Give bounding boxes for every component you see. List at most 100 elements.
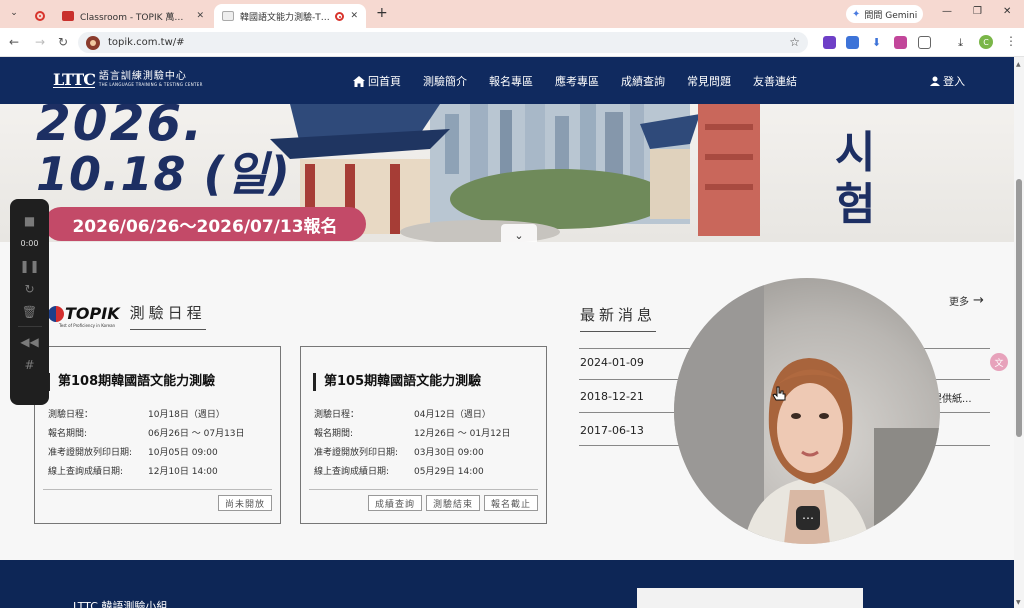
row-key: 測驗日程： [48,410,94,420]
hero-banner[interactable]: 2026. 10.18 (일) 2026/06/26～2026/07/13報名 … [0,104,1014,242]
restore-button[interactable]: ❐ [973,6,982,17]
site-footer: LTTC 韓語測驗小組 [0,560,1014,608]
footer-banner-image[interactable] [637,588,863,608]
news-title: 最新消息 [580,304,657,332]
close-window-button[interactable]: ✕ [1003,6,1011,17]
scroll-up-icon[interactable]: ▲ [1016,61,1021,68]
stop-icon[interactable]: ■ [24,209,35,232]
score-query-button[interactable]: 成績查詢 [367,495,422,511]
recording-icon [35,11,45,21]
tab-classroom[interactable]: Classroom - TOPIK 萬事屋 | Sc ✕ [54,4,212,28]
rewind-icon[interactable]: ◀◀ [20,330,38,353]
row-key: 准考證開放列印日期: [48,448,133,458]
close-tab-icon[interactable]: ✕ [350,11,358,21]
exam-info-row: 准考證開放列印日期: 03月30日 09:00 [314,442,511,461]
menu-intro[interactable]: 測驗簡介 [423,73,467,89]
presenter-video [674,278,940,544]
new-tab-button[interactable]: + [376,5,388,21]
page-scrollbar[interactable]: ▲ ▼ [1014,57,1024,608]
tab-title: 韓國語文能力測驗-TOPIK [240,12,331,23]
news-date: 2024-01-09 [580,356,644,369]
row-value: 04月12日（週日） [414,410,491,420]
downloads-icon[interactable]: ⤓ [954,36,967,49]
home-icon [353,75,365,87]
download-arrow-icon[interactable]: ⬇ [870,36,883,49]
menu-exam[interactable]: 應考專區 [555,73,599,89]
banner-korean-char: 험 [835,179,876,230]
menu-label: 回首頁 [368,75,401,88]
grid-icon[interactable]: # [24,353,34,376]
more-news-link[interactable]: 更多 → [949,293,984,308]
topik-favicon [222,11,234,21]
row-key: 報名期間: [314,429,354,439]
topik-logo-icon [48,305,64,322]
site-info-icon[interactable] [86,35,100,50]
screen-recorder-toolbar: ■ 0:00 ❚❚ ↻ 🗑 ◀◀ # [10,199,49,405]
schedule-header: TOPIK Test of Proficiency in Korean 測驗日程 [47,302,206,330]
recorder-divider [17,326,42,327]
row-key: 報名期間: [48,429,88,439]
card-divider [309,489,538,490]
arrow-right-icon: → [973,293,984,308]
logo-name: 語言訓練測驗中心 [98,71,187,82]
profile-avatar[interactable]: C [979,35,993,49]
exam-info-row: 報名期間: 06月26日 ～ 07月13日 [48,423,245,442]
row-value: 10月18日（週日） [148,410,225,420]
exam-card: 第108期韓國語文能力測驗 測驗日程： 10月18日（週日） 報名期間: 06月26… [34,346,281,524]
pause-icon[interactable]: ❚❚ [19,254,39,277]
topik-logo-sub: Test of Proficiency in Korean [59,323,116,328]
lttc-logo[interactable]: LTTC 語言訓練測驗中心 THE LANGUAGE TRAINING & TE… [53,71,203,88]
gemini-button[interactable]: ✦ 問問 Gemini [846,5,924,23]
row-value: 12月26日 ～ 01月12日 [414,429,511,439]
forward-button[interactable]: → [35,35,45,49]
footer-team-name: LTTC 韓語測驗小組 [73,600,168,608]
gemini-label: 問問 Gemini [864,10,918,21]
menu-home[interactable]: 回首頁 [353,73,401,89]
browser-toolbar: ← → ↻ topik.com.tw/# ☆ ⬇ ⤓ C ⋮ [0,28,1024,57]
restart-icon[interactable]: ↻ [24,277,34,300]
exam-ended-button[interactable]: 測驗結束 [425,495,480,511]
exam-info-row: 測驗日程： 10月18日（週日） [48,404,245,423]
exam-card-title: 第105期韓國語文能力測驗 [313,373,481,391]
extensions-puzzle-icon[interactable] [918,36,931,49]
minimize-button[interactable]: — [942,6,952,17]
translate-icon[interactable]: 文 [990,353,1008,371]
close-tab-icon[interactable]: ✕ [196,11,204,21]
row-key: 測驗日程： [314,410,360,420]
tab-topik[interactable]: 韓國語文能力測驗-TOPIK ✕ [214,4,366,28]
hand-cursor-icon [772,386,786,401]
webcam-bubble[interactable] [674,278,940,544]
extension-icon[interactable] [894,36,907,49]
row-key: 線上查詢成績日期: [314,467,390,477]
menu-links[interactable]: 友善連結 [753,73,797,89]
not-open-button[interactable]: 尚未開放 [217,495,272,511]
banner-registration-period: 2026/06/26～2026/07/13報名 [44,207,366,241]
menu-scores[interactable]: 成績查詢 [621,73,665,89]
webcam-more-options-button[interactable]: ⋯ [796,506,820,530]
logo-english: THE LANGUAGE TRAINING & TESTING CENTER [98,82,203,87]
scroll-down-icon[interactable]: ▼ [1016,599,1021,606]
address-bar[interactable]: topik.com.tw/# ☆ [78,32,808,53]
browser-tab-strip: ⌄ Classroom - TOPIK 萬事屋 | Sc ✕ 韓國語文能力測驗-… [0,0,1024,28]
extension-icon[interactable] [823,36,836,49]
menu-faq[interactable]: 常見問題 [687,73,731,89]
exam-card: 第105期韓國語文能力測驗 測驗日程： 04月12日（週日） 報名期間: 12月26… [300,346,547,524]
tab-search-button[interactable]: ⌄ [6,5,22,21]
browser-menu-icon[interactable]: ⋮ [1005,34,1017,48]
menu-registration[interactable]: 報名專區 [489,73,533,89]
extension-icon[interactable] [846,36,859,49]
banner-chevron-down-icon[interactable]: ⌄ [501,224,537,242]
back-button[interactable]: ← [9,35,19,49]
exam-info-row: 線上查詢成績日期: 05月29日 14:00 [314,461,511,480]
logo-mark: LTTC [53,69,96,89]
exam-card-title: 第108期韓國語文能力測驗 [47,373,215,391]
recording-tab[interactable] [28,4,52,28]
schedule-title: 測驗日程 [129,302,206,330]
bookmark-star-icon[interactable]: ☆ [789,35,800,49]
registration-closed-button[interactable]: 報名截止 [483,495,538,511]
trash-icon[interactable]: 🗑 [22,300,37,323]
scrollbar-thumb[interactable] [1016,179,1022,437]
reload-button[interactable]: ↻ [58,35,68,49]
tab-recording-icon [335,11,345,21]
login-link[interactable]: 登入 [930,73,965,89]
